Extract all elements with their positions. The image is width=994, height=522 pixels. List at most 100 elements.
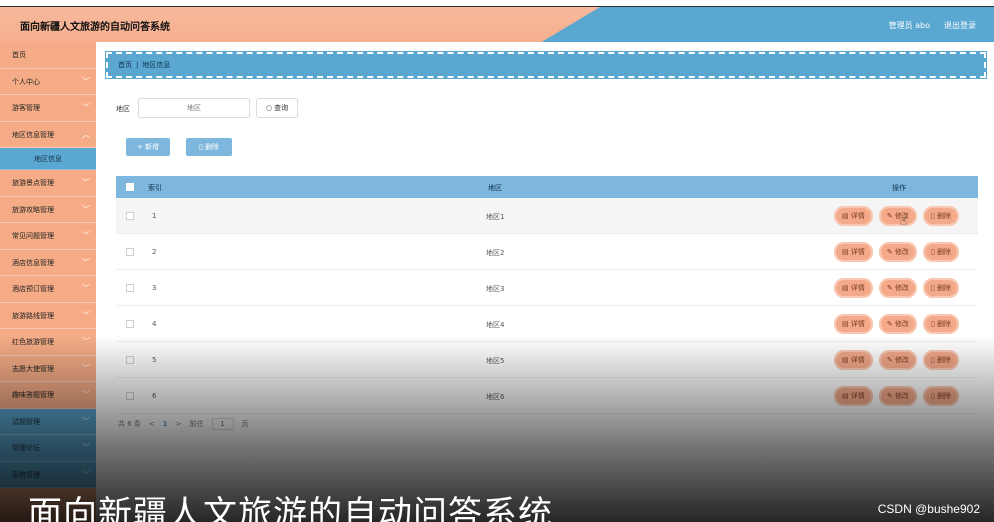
- pagination-total: 共 6 条: [118, 420, 141, 428]
- sidebar-item-profile[interactable]: 个人中心 ﹀: [0, 69, 96, 95]
- row-area: 地区3: [486, 285, 505, 293]
- delete-button[interactable]: ▯ 删除: [922, 386, 960, 406]
- row-actions: ▤ 详情 ✎ 修改 ▯ 删除: [834, 278, 960, 298]
- table-header: 索引 地区 操作: [116, 176, 978, 198]
- row-area: 地区2: [486, 249, 505, 257]
- app-frame: 面向新疆人文旅游的自动问答系统 管理员 abo 退出登录 首页 个人中心 ﹀ 游客…: [0, 6, 994, 522]
- breadcrumb-separator: |: [136, 61, 139, 69]
- sidebar-item-label: 管理论坛: [12, 444, 40, 452]
- edit-button[interactable]: ✎ 修改: [878, 206, 917, 226]
- detail-button[interactable]: ▤ 详情: [834, 314, 873, 334]
- row-checkbox[interactable]: [126, 248, 134, 256]
- detail-icon: ▤: [842, 320, 851, 328]
- page-jump-input[interactable]: 1: [211, 418, 234, 430]
- table-row: 5 地区5 ▤ 详情 ✎ 修改 ▯ 删除: [116, 342, 978, 378]
- row-actions: ▤ 详情 ✎ 修改 ▯ 删除: [834, 386, 960, 406]
- chevron-down-icon: ﹀: [82, 443, 90, 452]
- row-actions: ▤ 详情 ✎ 修改 ▯ 删除: [834, 350, 960, 370]
- detail-button[interactable]: ▤ 详情: [834, 278, 873, 298]
- current-user: 管理员 abo: [888, 21, 930, 30]
- delete-label: 删除: [937, 248, 952, 256]
- chevron-down-icon: ﹀: [82, 416, 90, 426]
- delete-button[interactable]: ▯ 删除: [922, 206, 960, 226]
- search-input[interactable]: [138, 98, 250, 118]
- sidebar-item-red-tourism[interactable]: 红色旅游管理 ﹀: [0, 329, 96, 356]
- chevron-down-icon: ﹀: [82, 337, 90, 346]
- edit-button[interactable]: ✎ 修改: [878, 350, 917, 370]
- edit-button[interactable]: ✎ 修改: [878, 386, 917, 406]
- sidebar-item-label: 旅游攻略管理: [12, 205, 54, 214]
- edit-label: 修改: [894, 248, 909, 256]
- row-checkbox[interactable]: [126, 320, 134, 328]
- detail-icon: ▤: [842, 212, 851, 220]
- row-area: 地区1: [486, 213, 505, 221]
- sidebar-item-forum[interactable]: 管理论坛 ﹀: [0, 435, 96, 462]
- delete-label: 删除: [937, 356, 952, 364]
- delete-label: 删除: [937, 212, 952, 220]
- sidebar-item-quiz[interactable]: 趣味答题管理 ﹀: [0, 382, 96, 409]
- sidebar-item-guides[interactable]: 旅游攻略管理 ﹀: [0, 197, 96, 223]
- sidebar-item-region-mgmt[interactable]: 地区信息管理 ︿: [0, 122, 96, 148]
- row-checkbox[interactable]: [126, 392, 134, 400]
- row-checkbox[interactable]: [126, 212, 134, 220]
- delete-button[interactable]: ▯ 删除: [922, 350, 960, 370]
- sidebar-item-attractions[interactable]: 旅游景点管理 ﹀: [0, 170, 96, 197]
- edit-button[interactable]: ✎ 修改: [878, 242, 917, 262]
- detail-label: 详情: [850, 392, 865, 400]
- detail-button[interactable]: ▤ 详情: [834, 386, 873, 406]
- search-button-label: 查询: [274, 104, 289, 112]
- edit-icon: ✎: [886, 392, 895, 400]
- sidebar-item-system[interactable]: 系统管理 ﹀: [0, 461, 96, 488]
- table-row: 6 地区6 ▤ 详情 ✎ 修改 ▯ 删除: [116, 378, 978, 414]
- chevron-down-icon: ﹀: [82, 103, 90, 112]
- sidebar-item-hotels[interactable]: 酒店信息管理 ﹀: [0, 250, 96, 276]
- sidebar-item-region-info[interactable]: 地区信息: [0, 148, 96, 170]
- row-index: 3: [152, 284, 157, 292]
- edit-button[interactable]: ✎ 修改: [878, 278, 917, 298]
- sidebar-item-ambassadors[interactable]: 志愿大使管理 ﹀: [0, 356, 96, 382]
- current-page[interactable]: 1: [163, 420, 168, 428]
- sidebar-item-routes[interactable]: 旅游路线管理 ﹀: [0, 303, 96, 329]
- delete-label: 删除: [937, 320, 952, 328]
- mouse-cursor-icon: ☝: [900, 214, 908, 228]
- detail-button[interactable]: ▤ 详情: [834, 242, 873, 262]
- next-page-button[interactable]: >: [176, 420, 182, 428]
- sidebar: 首页 个人中心 ﹀ 游客管理 ﹀ 地区信息管理 ︿ 地区信息 旅游景点管理 ﹀ 旅游攻略…: [0, 42, 96, 522]
- detail-button[interactable]: ▤ 详情: [834, 350, 873, 370]
- sidebar-item-label: 常见问题管理: [12, 232, 54, 240]
- batch-delete-button[interactable]: ▯ 删除: [178, 138, 238, 156]
- detail-icon: ▤: [842, 248, 851, 256]
- add-button[interactable]: + 新增: [118, 138, 178, 156]
- row-checkbox[interactable]: [126, 356, 134, 364]
- logout-link[interactable]: 退出登录: [944, 20, 976, 31]
- edit-button[interactable]: ✎ 修改: [878, 314, 917, 334]
- detail-button[interactable]: ▤ 详情: [834, 206, 873, 226]
- chevron-down-icon: ﹀: [82, 310, 90, 320]
- select-all-checkbox[interactable]: [126, 183, 134, 191]
- delete-button[interactable]: ▯ 删除: [922, 242, 960, 262]
- row-area: 地区4: [486, 321, 505, 329]
- sidebar-item-label: 旅游景点管理: [12, 179, 54, 187]
- sidebar-item-faq[interactable]: 常见问题管理 ﹀: [0, 223, 96, 250]
- delete-button[interactable]: ▯ 删除: [922, 278, 960, 298]
- search-label: 地区: [116, 105, 130, 113]
- sidebar-item-questions[interactable]: 试题管理 ﹀: [0, 408, 96, 435]
- sidebar-item-home[interactable]: 首页: [0, 42, 96, 69]
- sidebar-item-label: 试题管理: [12, 417, 40, 426]
- goto-label: 前往: [189, 420, 204, 428]
- delete-button[interactable]: ▯ 删除: [922, 314, 960, 334]
- top-header: 面向新疆人文旅游的自动问答系统 管理员 abo 退出登录: [0, 6, 994, 42]
- row-checkbox[interactable]: [126, 284, 134, 292]
- edit-icon: ✎: [886, 320, 895, 328]
- sidebar-item-label: 酒店信息管理: [12, 258, 54, 267]
- prev-page-button[interactable]: <: [149, 420, 155, 428]
- table-row: 3 地区3 ▤ 详情 ✎ 修改 ▯ 删除: [116, 270, 978, 306]
- column-header-area: 地区: [488, 184, 502, 192]
- search-button[interactable]: ○ 查询: [256, 98, 298, 118]
- sidebar-item-bookings[interactable]: 酒店预订管理 ﹀: [0, 276, 96, 303]
- breadcrumb-home[interactable]: 首页: [118, 61, 132, 69]
- row-area: 地区5: [486, 357, 505, 365]
- sidebar-item-visitors[interactable]: 游客管理 ﹀: [0, 95, 96, 122]
- detail-label: 详情: [850, 248, 865, 256]
- pagination: 共 6 条 < 1 > 前往 1 页: [118, 418, 249, 430]
